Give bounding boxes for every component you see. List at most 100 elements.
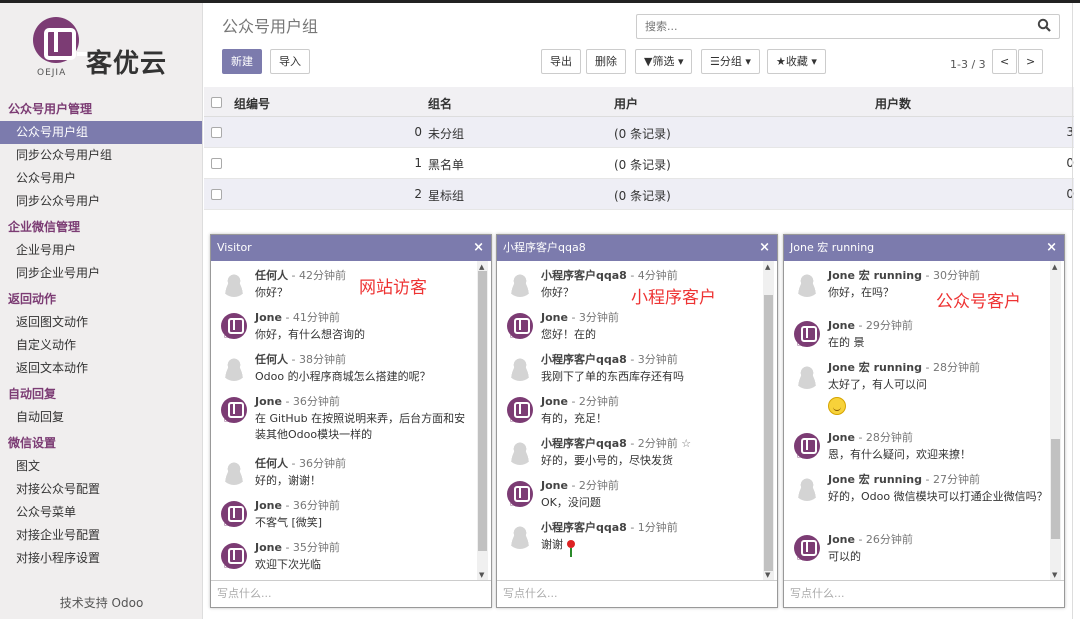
scroll-up-icon[interactable]: ▲ bbox=[1052, 263, 1057, 271]
message-meta: Jone 宏 running - 30分钟前 bbox=[828, 267, 980, 283]
favorites-dropdown[interactable]: ★收藏 ▾ bbox=[767, 49, 826, 74]
table-row[interactable]: 2 星标组 (0 条记录) 0 bbox=[204, 179, 1074, 210]
message-text: 您好！在的 bbox=[541, 327, 761, 343]
message-text: 可以的 bbox=[828, 549, 1048, 565]
row-checkbox[interactable] bbox=[211, 189, 222, 200]
sidebar-item[interactable]: 企业号用户 bbox=[0, 239, 202, 262]
column-header-count[interactable]: 用户数 bbox=[875, 95, 911, 112]
message-text: 恩，有什么疑问，欢迎来撩！ bbox=[828, 447, 1048, 463]
search-input[interactable] bbox=[637, 15, 1017, 37]
scroll-up-icon[interactable]: ▲ bbox=[765, 263, 770, 271]
chat-title: Visitor bbox=[217, 241, 252, 254]
export-button[interactable]: 导出 bbox=[541, 49, 581, 74]
cell-users: (0 条记录) bbox=[614, 189, 671, 203]
scroll-up-icon[interactable]: ▲ bbox=[479, 263, 484, 271]
message-meta: Jone 宏 running - 27分钟前 bbox=[828, 471, 980, 487]
chat-scrollbar[interactable]: ▲ ▼ bbox=[477, 261, 488, 581]
new-button[interactable]: 新建 bbox=[222, 49, 262, 74]
sidebar-item[interactable]: 同步公众号用户组 bbox=[0, 144, 202, 167]
sidebar-item[interactable]: 对接企业号配置 bbox=[0, 524, 202, 547]
scroll-down-icon[interactable]: ▼ bbox=[1052, 571, 1057, 579]
scrollbar-thumb[interactable] bbox=[478, 271, 487, 551]
sidebar-item[interactable]: 同步企业号用户 bbox=[0, 262, 202, 285]
message-time: - 27分钟前 bbox=[922, 473, 980, 486]
message-body: 太好了，有人可以问 bbox=[828, 378, 927, 391]
oejia-logo-icon bbox=[33, 17, 101, 63]
import-button[interactable]: 导入 bbox=[270, 49, 310, 74]
message-text: 不客气 [微笑] bbox=[255, 515, 475, 531]
close-icon[interactable]: × bbox=[1046, 235, 1057, 261]
brand-name: 客优云 bbox=[86, 49, 168, 79]
chat-header[interactable]: Jone 宏 running × bbox=[784, 235, 1064, 261]
table-row[interactable]: 1 黑名单 (0 条记录) 0 bbox=[204, 148, 1074, 179]
message-time: - 26分钟前 bbox=[854, 533, 913, 546]
message-meta: 小程序客户qqa8 - 4分钟前 bbox=[541, 267, 678, 283]
page-title: 公众号用户组 bbox=[222, 17, 319, 36]
sidebar-section-title: 公众号用户管理 bbox=[8, 102, 93, 116]
window-edge-divider bbox=[1072, 3, 1073, 619]
message-author: 任何人 bbox=[255, 457, 288, 470]
message-text: 你好，有什么想咨询的 bbox=[255, 327, 475, 343]
table-row[interactable]: 0 未分组 (0 条记录) 3 bbox=[204, 117, 1074, 148]
delete-button[interactable]: 删除 bbox=[586, 49, 626, 74]
message-body: 你好，有什么想咨询的 bbox=[255, 328, 365, 341]
chat-scrollbar[interactable]: ▲ ▼ bbox=[1050, 261, 1061, 581]
group-by-dropdown[interactable]: ☰分组 ▾ bbox=[701, 49, 760, 74]
message-body: 欢迎下次光临 bbox=[255, 558, 321, 571]
column-header-name[interactable]: 组名 bbox=[428, 95, 452, 112]
scroll-down-icon[interactable]: ▼ bbox=[479, 571, 484, 579]
support-link[interactable]: 技术支持 Odoo bbox=[0, 594, 203, 611]
sidebar-item[interactable]: 返回图文动作 bbox=[0, 311, 202, 334]
close-icon[interactable]: × bbox=[759, 235, 770, 261]
sidebar-item[interactable]: 自动回复 bbox=[0, 406, 202, 429]
sidebar-item[interactable]: 公众号用户组 bbox=[0, 121, 202, 144]
chat-input[interactable]: 写点什么... bbox=[497, 580, 777, 607]
column-header-users[interactable]: 用户 bbox=[614, 95, 638, 112]
sidebar-item[interactable]: 公众号菜单 bbox=[0, 501, 202, 524]
scroll-down-icon[interactable]: ▼ bbox=[765, 571, 770, 579]
sidebar-item[interactable]: 图文 bbox=[0, 455, 202, 478]
brand-logo[interactable]: OEJIA 客优云 bbox=[0, 3, 202, 95]
scrollbar-thumb[interactable] bbox=[1051, 439, 1060, 539]
scrollbar-thumb[interactable] bbox=[764, 295, 773, 571]
message-body: 我刚下了单的东西库存还有吗 bbox=[541, 370, 684, 383]
oejia-avatar-icon: OEJIA bbox=[507, 397, 533, 423]
message-meta: Jone 宏 running - 28分钟前 bbox=[828, 359, 980, 375]
message-text: 在的 景 bbox=[828, 335, 1048, 351]
message-meta: Jone - 36分钟前 bbox=[255, 393, 340, 409]
message-body: 你好？ bbox=[255, 286, 288, 299]
close-icon[interactable]: × bbox=[473, 235, 484, 261]
message-time: - 3分钟前 bbox=[567, 311, 619, 324]
chat-input[interactable]: 写点什么... bbox=[211, 580, 491, 607]
message-meta: 小程序客户qqa8 - 2分钟前 ☆ bbox=[541, 435, 691, 451]
row-checkbox[interactable] bbox=[211, 127, 222, 138]
message-body: Odoo 的小程序商城怎么搭建的呢？ bbox=[255, 370, 431, 383]
cell-name: 星标组 bbox=[428, 189, 465, 203]
sidebar-item[interactable]: 返回文本动作 bbox=[0, 357, 202, 380]
sidebar-item[interactable]: 自定义动作 bbox=[0, 334, 202, 357]
chat-input[interactable]: 写点什么... bbox=[784, 580, 1064, 607]
pager-next-button[interactable]: > bbox=[1018, 49, 1044, 74]
chat-annotation: 网站访客 bbox=[359, 278, 427, 298]
pager-previous-button[interactable]: < bbox=[992, 49, 1018, 74]
pager-value[interactable]: 1-3 / 3 bbox=[950, 52, 986, 77]
chat-annotation: 小程序客户 bbox=[631, 288, 716, 308]
chat-window: Visitor × 任何人 - 42分钟前 你好？ OEJIA Jone - 41分钟前你… bbox=[210, 234, 492, 608]
sidebar-section-title: 微信设置 bbox=[8, 436, 57, 450]
select-all-checkbox[interactable] bbox=[211, 97, 222, 108]
sidebar-item[interactable]: 对接公众号配置 bbox=[0, 478, 202, 501]
search-icon[interactable] bbox=[1037, 18, 1051, 32]
row-checkbox[interactable] bbox=[211, 158, 222, 169]
message-meta: Jone - 36分钟前 bbox=[255, 497, 340, 513]
chat-messages: 小程序客户qqa8 - 4分钟前 你好？ OEJIA Jone - 3分钟前 您好！在的… bbox=[497, 261, 777, 581]
message-time: - 36分钟前 bbox=[281, 499, 340, 512]
filter-dropdown[interactable]: ▼筛选 ▾ bbox=[635, 49, 693, 74]
chat-scrollbar[interactable]: ▲ ▼ bbox=[763, 261, 774, 581]
column-header-id[interactable]: 组编号 bbox=[234, 95, 270, 112]
chat-header[interactable]: Visitor × bbox=[211, 235, 491, 261]
chat-header[interactable]: 小程序客户qqa8 × bbox=[497, 235, 777, 261]
sidebar-item[interactable]: 同步公众号用户 bbox=[0, 190, 202, 213]
sidebar-item[interactable]: 公众号用户 bbox=[0, 167, 202, 190]
sidebar-item[interactable]: 对接小程序设置 bbox=[0, 547, 202, 570]
message-author: Jone bbox=[255, 499, 282, 512]
